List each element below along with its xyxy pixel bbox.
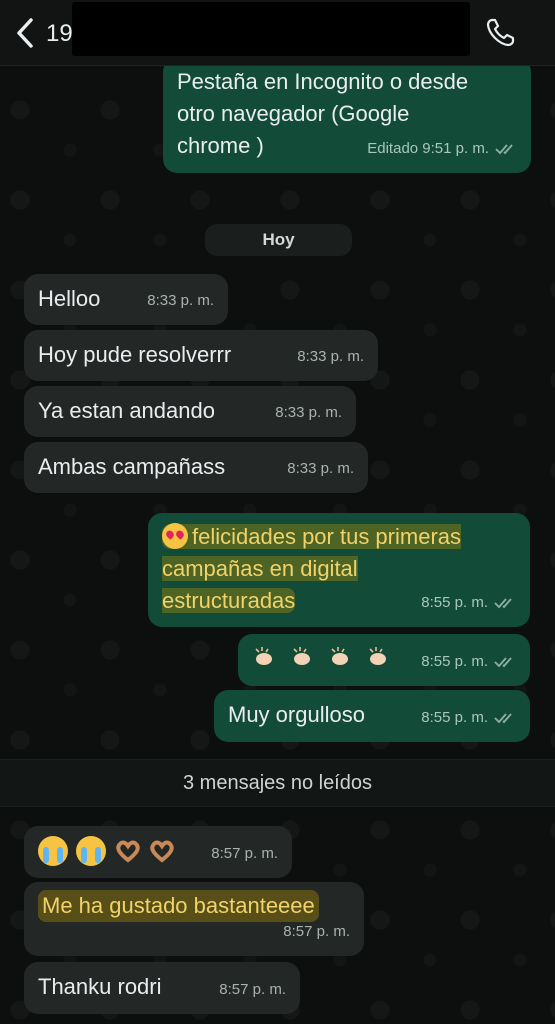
message-bubble-outgoing[interactable]: Pestaña en Incognito o desde otro navega…	[163, 58, 531, 173]
loudly-crying-face-icon	[76, 836, 106, 866]
contact-name-partial[interactable]: 19	[46, 20, 73, 48]
message-time: Editado 9:51 p. m.	[367, 140, 489, 157]
phone-icon	[486, 18, 515, 47]
message-text: felicidades por tus primeras campañas en…	[162, 524, 462, 613]
message-bubble-outgoing[interactable]: Muy orgulloso 8:55 p. m.	[214, 690, 530, 742]
message-time: 8:55 p. m.	[421, 594, 488, 611]
message-time: 8:33 p. m.	[297, 348, 364, 365]
message-time: 8:33 p. m.	[287, 460, 354, 477]
redacted-contact-info	[72, 2, 470, 56]
message-bubble-incoming[interactable]: Me ha gustado bastanteeee 8:57 p. m.	[24, 882, 364, 956]
clapping-hands-icon	[331, 647, 349, 665]
message-text-highlighted: felicidades por tus primeras campañas en…	[162, 523, 462, 613]
double-check-icon	[495, 144, 513, 155]
message-time: 8:57 p. m.	[283, 923, 350, 940]
message-bubble-incoming[interactable]: Helloo 8:33 p. m.	[24, 274, 228, 325]
message-meta: 8:33 p. m.	[287, 453, 354, 485]
message-bubble-incoming[interactable]: Ya estan andando 8:33 p. m.	[24, 386, 356, 437]
clapping-hands-icon	[255, 647, 272, 665]
loudly-crying-face-icon	[38, 836, 68, 866]
message-bubble-outgoing[interactable]: felicidades por tus primeras campañas en…	[148, 513, 530, 627]
double-check-icon	[494, 657, 512, 668]
message-time: 8:55 p. m.	[421, 653, 488, 670]
message-time: 8:57 p. m.	[219, 981, 286, 998]
unread-messages-separator: 3 mensajes no leídos	[0, 759, 555, 807]
chat-header: 19	[0, 0, 555, 66]
message-meta: 8:57 p. m.	[283, 916, 350, 948]
message-bubble-incoming[interactable]: 8:57 p. m.	[24, 826, 292, 878]
message-meta: 8:33 p. m.	[297, 341, 364, 373]
back-button[interactable]	[10, 15, 40, 51]
message-bubble-outgoing[interactable]: 8:55 p. m.	[238, 634, 530, 686]
message-time: 8:57 p. m.	[211, 845, 278, 862]
message-meta: 8:57 p. m.	[219, 974, 286, 1006]
message-meta: 8:55 p. m.	[421, 702, 516, 734]
message-time: 8:55 p. m.	[421, 709, 488, 726]
double-check-icon	[494, 598, 512, 609]
heart-hands-icon	[150, 840, 174, 863]
clapping-hands-icon	[293, 647, 311, 665]
clapping-hands-icon	[369, 647, 387, 665]
heart-hands-icon	[116, 840, 140, 863]
double-check-icon	[494, 713, 512, 724]
message-bubble-incoming[interactable]: Thanku rodri 8:57 p. m.	[24, 962, 300, 1014]
message-bubble-incoming[interactable]: Hoy pude resolverrr 8:33 p. m.	[24, 330, 378, 381]
message-text: Me ha gustado bastanteeee	[38, 890, 319, 922]
message-time: 8:33 p. m.	[147, 292, 214, 309]
voice-call-button[interactable]	[480, 14, 520, 52]
message-meta: Editado 9:51 p. m.	[367, 133, 517, 165]
message-bubble-incoming[interactable]: Ambas campañass 8:33 p. m.	[24, 442, 368, 493]
message-meta: 8:55 p. m.	[421, 646, 516, 678]
chevron-left-icon	[17, 18, 33, 48]
message-meta: 8:55 p. m.	[421, 587, 516, 619]
message-time: 8:33 p. m.	[275, 404, 342, 421]
message-meta: 8:33 p. m.	[147, 285, 214, 317]
message-meta: 8:33 p. m.	[275, 397, 342, 429]
message-meta: 8:57 p. m.	[211, 838, 278, 870]
heart-eyes-emoji-icon	[162, 523, 188, 549]
date-separator: Hoy	[205, 224, 352, 256]
